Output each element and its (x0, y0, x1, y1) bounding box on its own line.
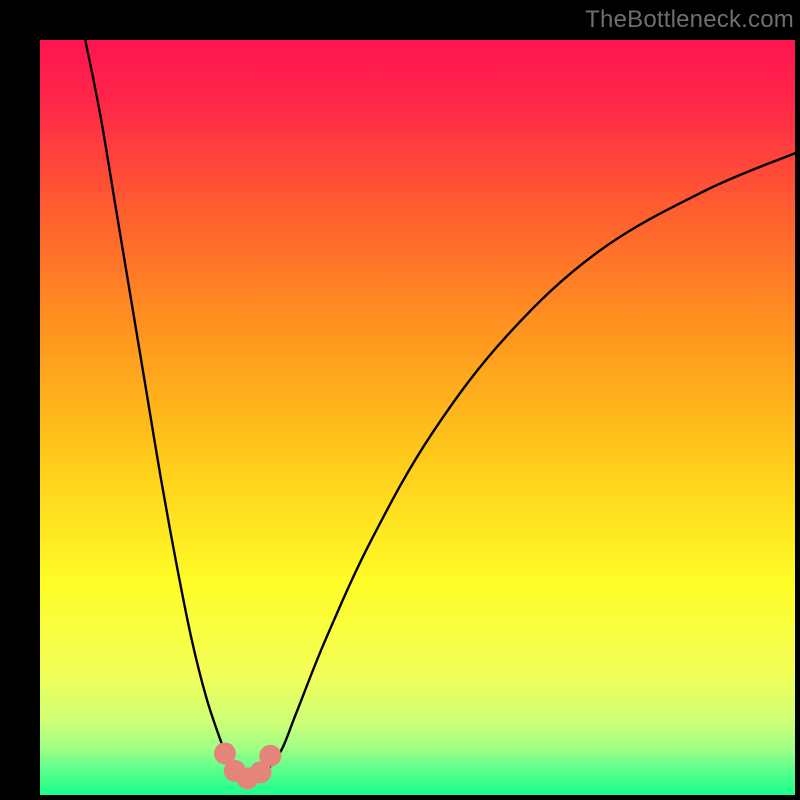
chart-frame: TheBottleneck.com (0, 0, 800, 800)
curve-marker (259, 745, 281, 767)
chart-svg (40, 40, 795, 795)
bottleneck-curve (85, 40, 795, 780)
watermark-text: TheBottleneck.com (585, 6, 794, 34)
